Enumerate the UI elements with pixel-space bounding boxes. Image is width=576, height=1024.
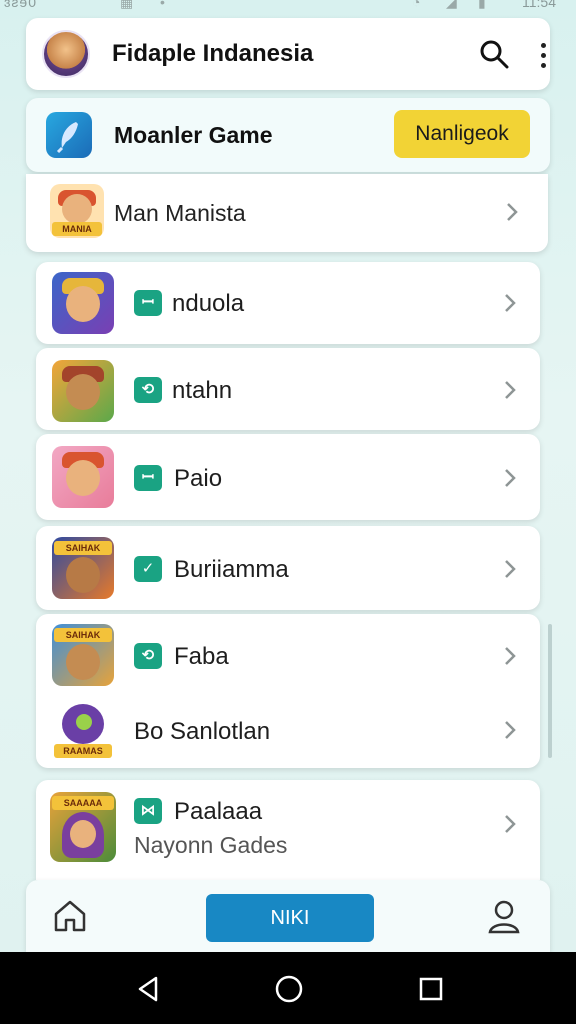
list-item-subtitle: Nayonn Gades xyxy=(134,832,288,858)
feather-icon xyxy=(56,122,78,154)
signal-icon: ▦ xyxy=(120,0,134,10)
app-header: Fidaple Indanesia xyxy=(26,18,550,90)
item-tag-icon: ⟲ xyxy=(134,643,162,669)
game-title: Moanler Game xyxy=(114,122,273,148)
list-item-label: Bo Sanlotlan xyxy=(134,718,271,745)
chevron-right-icon xyxy=(505,381,516,399)
list-item-label: nduola xyxy=(172,290,245,317)
page-title: Fidaple Indanesia xyxy=(112,40,314,67)
list-item[interactable]: ꟷ nduola xyxy=(36,262,540,344)
game-app-icon xyxy=(46,112,92,158)
thumbnail-banner: SAIHAK xyxy=(54,628,112,642)
list-item-label: Paalaaa xyxy=(174,798,263,825)
thumbnail-banner: SAIHAK xyxy=(54,541,112,555)
chevron-right-icon xyxy=(505,647,516,665)
list-item[interactable]: RAAMAS Bo Sanlotlan xyxy=(36,696,540,766)
item-tag-icon: ⋈ xyxy=(134,798,162,824)
item-tag-icon: ꟷ xyxy=(134,290,162,316)
thumbnail-banner: MANIA xyxy=(52,222,102,236)
game-thumbnail: RAAMAS xyxy=(52,700,114,762)
list-item[interactable]: ꟷ Paio xyxy=(36,434,540,520)
back-icon[interactable] xyxy=(132,972,166,1006)
thumbnail-banner: RAAMAS xyxy=(54,744,112,758)
wifi-icon: ◔ xyxy=(412,0,421,10)
recents-icon[interactable] xyxy=(414,972,448,1006)
home-circle-icon[interactable] xyxy=(272,972,306,1006)
search-icon[interactable] xyxy=(478,38,510,70)
game-bar: Moanler Game Nanligeok xyxy=(26,98,550,172)
list-item-label: Paio xyxy=(174,465,223,492)
chevron-right-icon xyxy=(505,469,516,487)
more-menu-icon[interactable] xyxy=(538,40,548,68)
cell-icon: ◢ xyxy=(446,0,457,10)
list-item[interactable]: SAIHAK ⟲ Faba xyxy=(36,614,540,694)
chevron-right-icon xyxy=(505,815,516,833)
thumbnail-banner: SAAAAA xyxy=(52,796,114,810)
home-icon[interactable] xyxy=(50,896,90,936)
list-item-label: Buriiamma xyxy=(174,556,289,583)
chevron-right-icon xyxy=(505,721,516,739)
game-action-button[interactable]: Nanligeok xyxy=(394,110,530,158)
item-tag-icon: ✓ xyxy=(134,556,162,582)
chevron-right-icon xyxy=(507,203,518,221)
list-item[interactable]: SAAAAA ⋈ Paalaaa Nayonn Gades xyxy=(36,780,540,880)
chevron-right-icon xyxy=(505,560,516,578)
status-bar: ɜƨɘ0 ▦ • ◔ ◢ ▮ 11:54 xyxy=(0,0,576,16)
list-item[interactable]: SAIHAK ✓ Buriiamma xyxy=(36,526,540,610)
list-item[interactable]: ⟲ ntahn xyxy=(36,348,540,430)
game-thumbnail xyxy=(52,272,114,334)
chevron-right-icon xyxy=(505,294,516,312)
list-item-group: SAIHAK ⟲ Faba RAAMAS Bo Sanlotlan xyxy=(36,614,540,768)
game-thumbnail xyxy=(52,446,114,508)
system-nav-bar xyxy=(0,952,576,1024)
game-thumbnail: SAAAAA xyxy=(50,792,116,862)
game-thumbnail: SAIHAK xyxy=(52,537,114,599)
list-item-label: Faba xyxy=(174,643,229,670)
bottom-nav: NIKI xyxy=(26,880,550,952)
primary-nav-button[interactable]: NIKI xyxy=(206,894,374,942)
avatar[interactable] xyxy=(42,30,90,78)
game-thumbnail: MANIA xyxy=(50,184,104,238)
dot-icon: • xyxy=(160,0,165,10)
list-item-first[interactable]: MANIA Man Manista xyxy=(26,174,548,252)
list-item-label: Man Manista xyxy=(114,200,246,226)
status-time: 11:54 xyxy=(522,0,556,10)
game-thumbnail xyxy=(52,360,114,422)
battery-icon: ▮ xyxy=(478,0,486,10)
profile-icon[interactable] xyxy=(484,896,524,936)
list-item-label: ntahn xyxy=(172,377,233,404)
status-left-text: ɜƨɘ0 xyxy=(4,0,37,10)
scrollbar[interactable] xyxy=(548,624,552,758)
item-tag-icon: ꟷ xyxy=(134,465,162,491)
item-tag-icon: ⟲ xyxy=(134,377,162,403)
game-thumbnail: SAIHAK xyxy=(52,624,114,686)
